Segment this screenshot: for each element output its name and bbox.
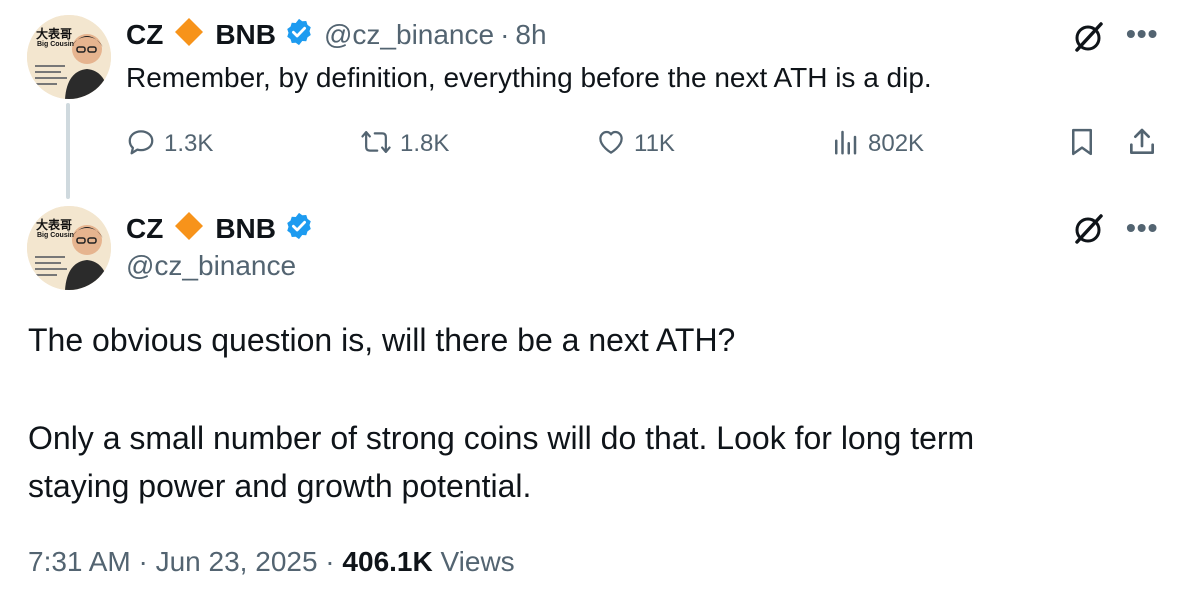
avatar[interactable]: 大表哥 Big Cousin <box>27 206 111 290</box>
like-button[interactable]: 11K <box>596 122 675 166</box>
tweet-meta: 7:31 AM · Jun 23, 2025 · 406.1K Views <box>28 546 515 578</box>
reply-count: 1.3K <box>164 130 214 157</box>
avatar-caption-cn: 大表哥 <box>36 27 73 41</box>
display-name[interactable]: CZ <box>126 213 163 245</box>
avatar-caption-en: Big Cousin <box>37 232 74 239</box>
repost-icon <box>360 127 392 162</box>
display-name[interactable]: CZ <box>126 19 163 51</box>
brand-name[interactable]: BNB <box>215 213 276 245</box>
timestamp[interactable]: 7:31 AM · Jun 23, 2025 · <box>28 546 335 577</box>
reply-button[interactable]: 1.3K <box>126 122 213 166</box>
views-button[interactable]: 802K <box>830 122 924 166</box>
grok-icon[interactable] <box>1072 20 1106 59</box>
verified-badge-icon <box>284 211 314 246</box>
verified-badge-icon <box>284 17 314 52</box>
share-icon <box>1126 126 1158 163</box>
timestamp[interactable]: 8h <box>515 19 546 51</box>
tweet-text-line: staying power and growth potential. <box>28 468 532 504</box>
handle[interactable]: @cz_binance <box>126 250 296 282</box>
tweet-text: Remember, by definition, everything befo… <box>126 62 932 93</box>
tweet-text-line: The obvious question is, will there be a… <box>28 322 736 358</box>
views-count: 406.1K <box>342 546 433 577</box>
repost-count: 1.8K <box>400 130 450 157</box>
thread-line <box>66 103 70 199</box>
views-icon <box>830 127 860 162</box>
diamond-icon <box>173 16 205 53</box>
action-bar: 1.3K 1.8K 11K 802K <box>126 122 1166 166</box>
grok-icon[interactable] <box>1072 212 1106 251</box>
tweet-header: CZ BNB @cz_binance · 8h <box>126 16 547 53</box>
diamond-icon <box>173 210 205 247</box>
share-button[interactable] <box>1126 122 1158 166</box>
like-count: 11K <box>634 130 675 157</box>
views-count: 802K <box>868 130 925 157</box>
views-label: Views <box>440 546 515 577</box>
bookmark-button[interactable] <box>1068 122 1096 166</box>
brand-name[interactable]: BNB <box>215 19 276 51</box>
repost-button[interactable]: 1.8K <box>360 122 449 166</box>
tweet-header: CZ BNB <box>126 210 314 247</box>
handle[interactable]: @cz_binance <box>324 19 494 51</box>
more-icon[interactable]: ••• <box>1126 212 1158 244</box>
avatar-caption-en: Big Cousin <box>37 41 74 48</box>
tweet-text-line: Only a small number of strong coins will… <box>28 420 975 456</box>
avatar[interactable]: 大表哥 Big Cousin <box>27 15 111 99</box>
bookmark-icon <box>1068 127 1096 162</box>
avatar-caption-cn: 大表哥 <box>36 218 73 232</box>
reply-icon <box>126 127 156 162</box>
more-icon[interactable]: ••• <box>1126 18 1158 50</box>
separator: · <box>500 18 510 50</box>
like-icon <box>596 127 626 162</box>
